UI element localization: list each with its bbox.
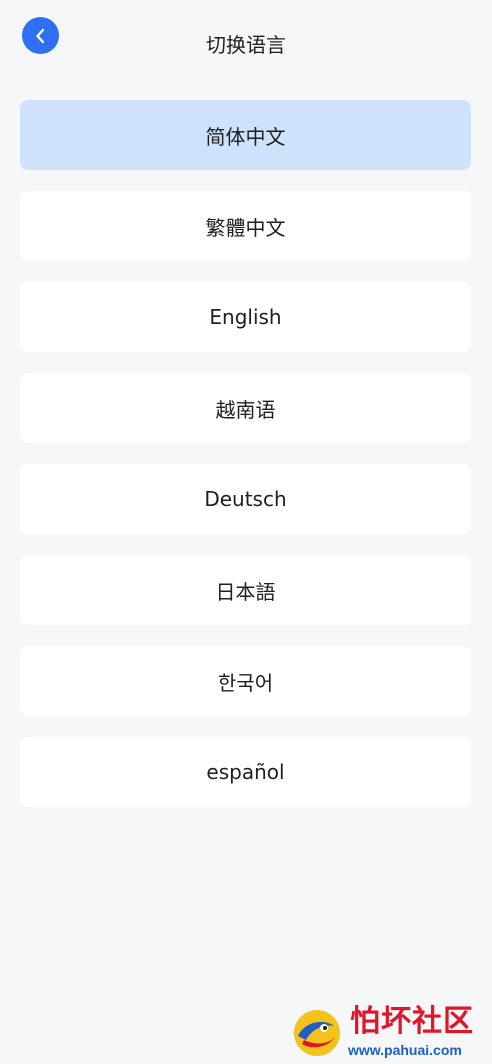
language-option-de[interactable]: Deutsch: [20, 464, 471, 534]
language-option-ja[interactable]: 日本語: [20, 555, 471, 625]
language-option-label: 简体中文: [205, 124, 286, 149]
watermark-url: www.pahuai.com: [348, 1042, 462, 1058]
language-option-label: 繁體中文: [205, 215, 286, 240]
language-option-ko[interactable]: 한국어: [20, 646, 471, 716]
language-option-es[interactable]: español: [20, 737, 471, 807]
language-option-zh-hant[interactable]: 繁體中文: [20, 191, 471, 261]
watermark: 怕坏社区 www.pahuai.com: [290, 1004, 486, 1060]
language-option-vi[interactable]: 越南语: [20, 373, 471, 443]
language-option-zh-hans[interactable]: 简体中文: [20, 100, 471, 170]
language-option-label: 한국어: [217, 670, 274, 695]
watermark-logo-icon: [294, 1010, 340, 1056]
header: 切换语言: [0, 0, 492, 90]
language-option-label: español: [206, 760, 285, 784]
language-option-label: 日本語: [215, 579, 276, 604]
language-option-label: English: [209, 305, 282, 329]
language-option-label: Deutsch: [204, 487, 287, 511]
language-option-en[interactable]: English: [20, 282, 471, 352]
language-option-label: 越南语: [215, 397, 276, 422]
watermark-title: 怕坏社区: [350, 1004, 474, 1039]
language-list: 简体中文 繁體中文 English 越南语 Deutsch 日本語 한국어 es…: [20, 100, 471, 828]
page-title: 切换语言: [206, 33, 286, 57]
